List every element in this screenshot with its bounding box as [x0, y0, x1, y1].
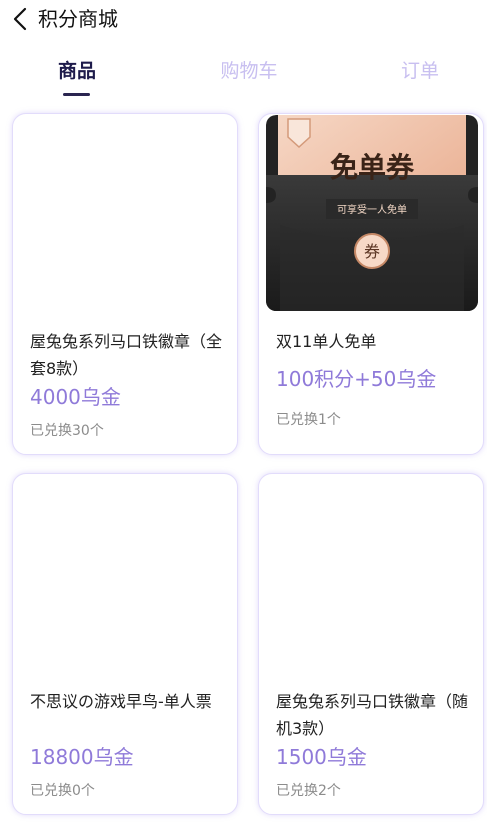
tab-products[interactable]: 商品 [58, 58, 96, 84]
redeemed-count: 已兑换2个 [276, 783, 341, 799]
product-price: 1500乌金 [276, 745, 367, 769]
top-bar: 积分商城 [0, 0, 487, 40]
chevron-left-icon [13, 7, 27, 31]
ticket-subline: 可享受一人免单 [337, 203, 407, 216]
product-name: 双11单人免单 [276, 332, 377, 351]
product-name: 屋兔兔系列马口铁徽章（随机3款） [276, 692, 469, 738]
product-card[interactable]: 屋兔兔系列马口铁徽章（随机3款） 1500乌金 已兑换2个 [258, 473, 484, 815]
ticket-headline: 免单券 [330, 151, 415, 184]
product-price: 4000乌金 [30, 385, 121, 409]
redeemed-count: 已兑换30个 [30, 423, 104, 439]
page-title: 积分商城 [38, 7, 118, 31]
back-button[interactable] [8, 6, 34, 32]
product-card[interactable]: 屋兔兔系列马口铁徽章（全套8款） 4000乌金 已兑换30个 [12, 113, 238, 455]
product-card[interactable]: 免单券 可享受一人免单 券 双11单人免单 100积分+50乌金 已兑换1个 [258, 113, 484, 455]
product-image [19, 120, 233, 320]
product-image [19, 480, 233, 680]
product-price: 100积分+50乌金 [276, 367, 437, 391]
product-image: 免单券 可享受一人免单 券 [266, 115, 478, 311]
active-tab-indicator [63, 93, 90, 96]
product-image [265, 480, 479, 680]
ticket-badge: 券 [364, 242, 380, 261]
redeemed-count: 已兑换0个 [30, 783, 95, 799]
product-card[interactable]: 不思议の游戏早鸟-单人票 18800乌金 已兑换0个 [12, 473, 238, 815]
tab-cart[interactable]: 购物车 [220, 58, 277, 84]
product-price: 18800乌金 [30, 745, 134, 769]
tab-orders[interactable]: 订单 [401, 58, 439, 84]
product-name: 不思议の游戏早鸟-单人票 [30, 692, 212, 711]
redeemed-count: 已兑换1个 [276, 412, 341, 428]
product-name: 屋兔兔系列马口铁徽章（全套8款） [30, 332, 223, 378]
